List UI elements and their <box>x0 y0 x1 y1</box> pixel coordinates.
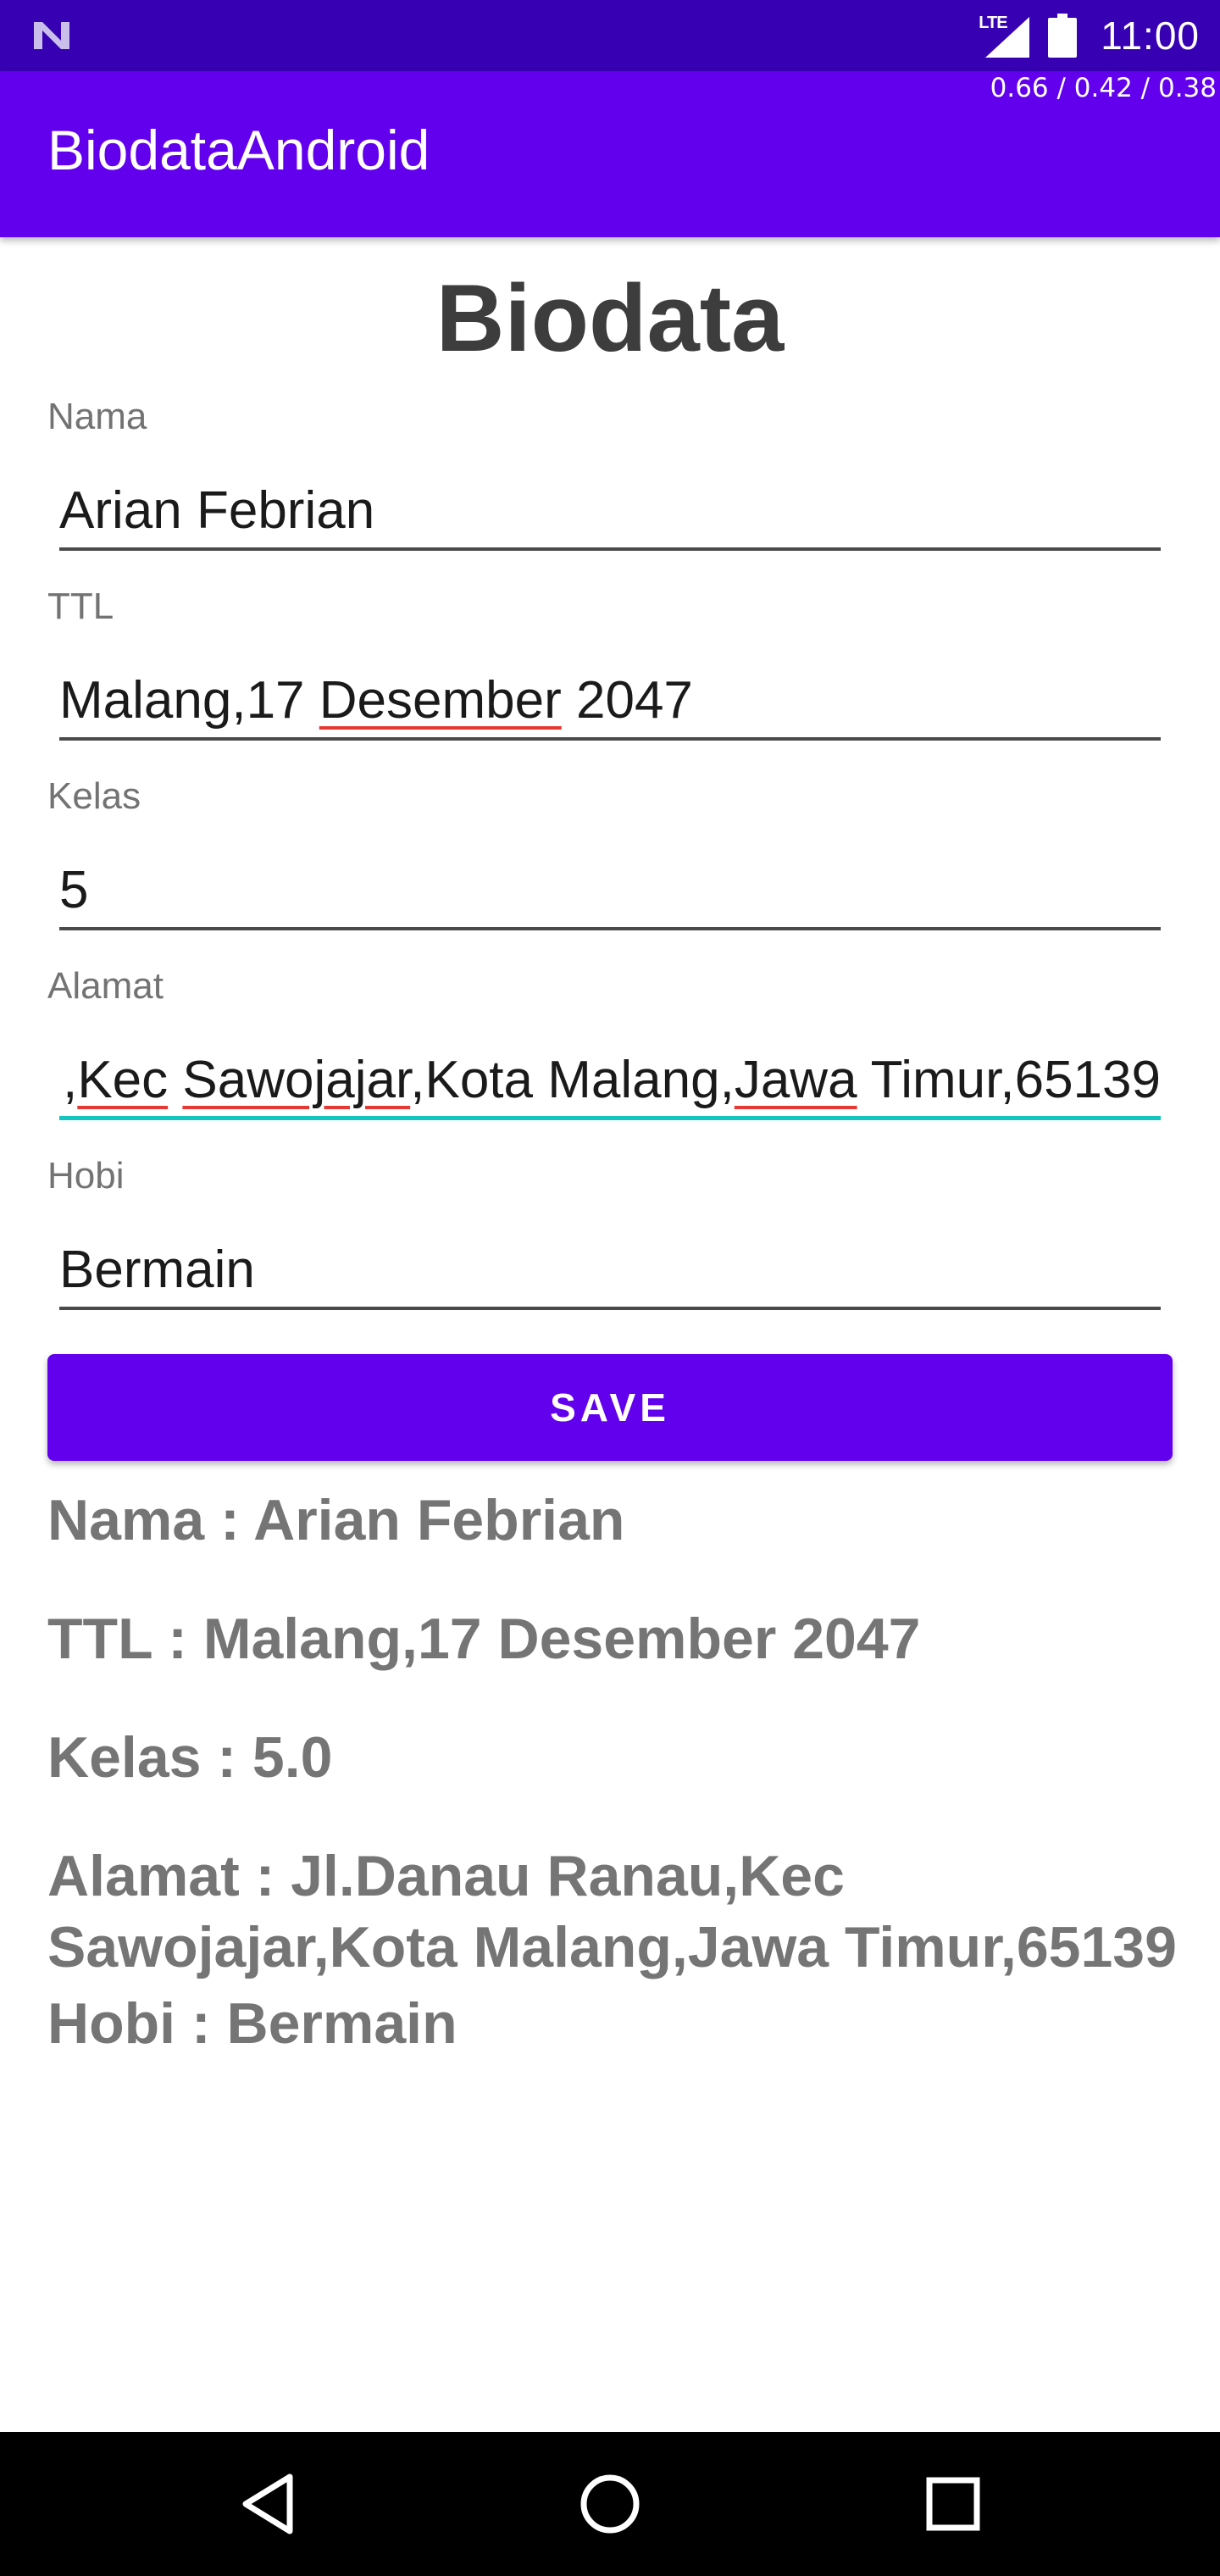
status-clock: 11:00 <box>1101 14 1200 58</box>
nama-input[interactable]: Arian Febrian <box>59 475 1161 551</box>
alamat-value-part: Timur,65139 <box>857 1051 1161 1109</box>
ttl-input-value: Malang,17 Desember 2047 <box>59 675 693 727</box>
kelas-input-value: 5 <box>59 861 89 919</box>
home-button[interactable] <box>572 2466 648 2542</box>
alamat-value-part <box>168 1051 182 1109</box>
back-icon <box>242 2473 293 2534</box>
kelas-label: Kelas <box>47 775 141 817</box>
back-button[interactable] <box>230 2466 307 2542</box>
hobi-input[interactable]: Bermain <box>59 1234 1161 1310</box>
recents-icon <box>926 2477 980 2531</box>
ttl-value-misspelled: Desember <box>319 671 562 730</box>
signal-icon <box>985 17 1030 58</box>
alamat-value-misspelled: Sawojajar <box>182 1051 411 1109</box>
battery-icon <box>1048 14 1078 58</box>
alamat-label: Alamat <box>47 965 164 1007</box>
result-kelas: Kelas : 5.0 <box>47 1725 333 1790</box>
home-icon <box>580 2474 640 2534</box>
result-nama: Nama : Arian Febrian <box>47 1488 625 1552</box>
nama-input-value: Arian Febrian <box>59 481 375 540</box>
alamat-value-part: ,Kota Malang, <box>410 1051 735 1109</box>
screen: LTE 11:00 BiodataAndroid 0.66 / 0.42 / 0… <box>0 0 1220 2576</box>
performance-overlay: 0.66 / 0.42 / 0.38 <box>990 73 1217 103</box>
alamat-input[interactable]: ,Kec Sawojajar,Kota Malang,Jawa Timur,65… <box>59 1044 1161 1120</box>
page-title: Biodata <box>435 265 785 371</box>
notification-n-icon <box>34 22 69 49</box>
lte-signal: LTE <box>979 14 1030 58</box>
hobi-input-value: Bermain <box>59 1241 255 1299</box>
app-title: BiodataAndroid <box>47 119 430 181</box>
kelas-input[interactable]: 5 <box>59 854 1161 930</box>
status-icons: LTE 11:00 <box>979 0 1200 71</box>
status-bar: LTE 11:00 <box>0 0 1220 71</box>
result-alamat: Alamat : Jl.Danau Ranau,Kec Sawojajar,Ko… <box>47 1844 1177 1979</box>
alamat-value-part: , <box>63 1051 78 1109</box>
alamat-value-misspelled: Kec <box>77 1051 169 1109</box>
alamat-value-misspelled: Jawa <box>734 1051 857 1109</box>
result-ttl: TTL : Malang,17 Desember 2047 <box>47 1607 921 1671</box>
ttl-input[interactable]: Malang,17 Desember 2047 <box>59 664 1161 741</box>
save-button[interactable]: SAVE <box>47 1354 1173 1461</box>
ttl-value-part: 2047 <box>561 671 693 730</box>
alamat-input-value: ,Kec Sawojajar,Kota Malang,Jawa Timur,65… <box>63 1054 1161 1107</box>
hobi-label: Hobi <box>47 1155 125 1196</box>
nama-label: Nama <box>47 396 147 437</box>
navigation-bar <box>0 2432 1220 2576</box>
ttl-value-part: Malang,17 <box>59 671 319 730</box>
ttl-label: TTL <box>47 586 114 627</box>
recents-button[interactable] <box>915 2466 991 2542</box>
result-hobi: Hobi : Bermain <box>47 1991 458 2056</box>
